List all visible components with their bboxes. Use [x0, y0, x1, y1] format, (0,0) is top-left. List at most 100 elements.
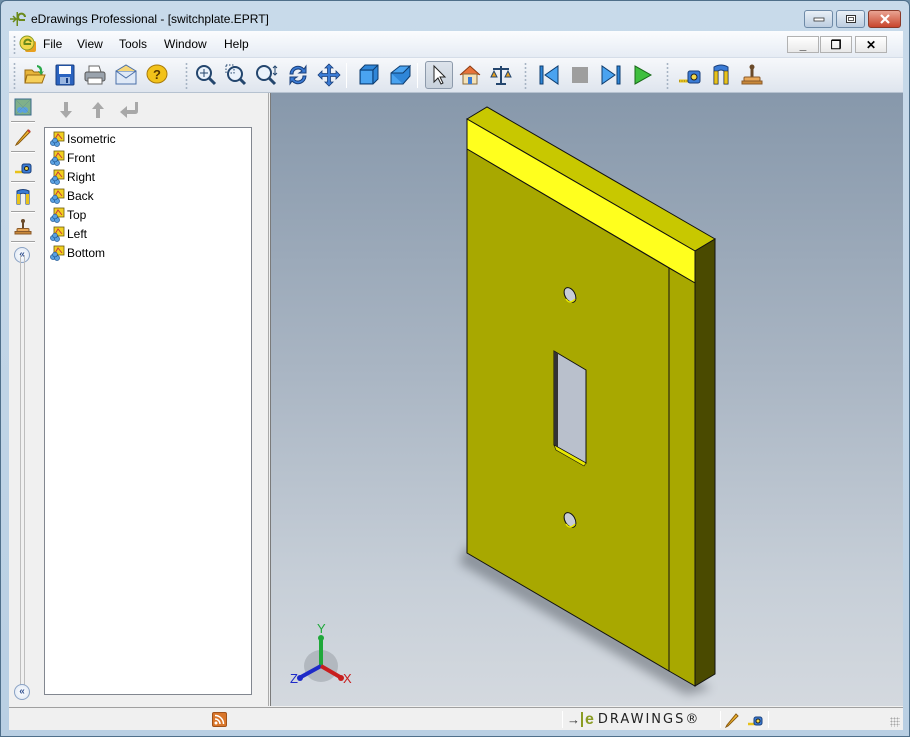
arrow-right-icon: →: [567, 712, 580, 727]
window-minimize-button[interactable]: [804, 10, 833, 28]
zoom-in-out-icon: [256, 65, 278, 86]
return-button[interactable]: [119, 99, 139, 121]
document-minimize-button[interactable]: _: [787, 36, 819, 53]
strip-markup-button[interactable]: [11, 125, 35, 149]
named-view-icon: [50, 245, 65, 261]
arrow-down-icon: [60, 102, 72, 118]
menu-tools[interactable]: Tools: [119, 37, 147, 51]
first-frame-button[interactable]: [535, 61, 563, 89]
view-list-item[interactable]: Isometric: [49, 130, 116, 148]
next-frame-button[interactable]: [597, 61, 625, 89]
toolbar-grip[interactable]: [524, 62, 527, 89]
close-icon: ✕: [865, 37, 877, 52]
view-list-item[interactable]: Bottom: [49, 244, 105, 262]
view-list-item[interactable]: Top: [49, 206, 86, 224]
strip-stamp-button[interactable]: [11, 215, 35, 239]
document-close-button[interactable]: ✕: [855, 36, 887, 53]
close-icon: [879, 14, 890, 24]
measure-button[interactable]: [676, 61, 704, 89]
menu-view[interactable]: View: [77, 37, 103, 51]
toolbar-grip[interactable]: [666, 62, 669, 89]
restore-icon: ❐: [830, 37, 842, 52]
document-restore-button[interactable]: ❐: [820, 36, 852, 53]
switchplate-model[interactable]: Y Z X: [271, 93, 903, 706]
mass-properties-button[interactable]: [487, 61, 515, 89]
view-list-item[interactable]: Right: [49, 168, 95, 186]
strip-separator: [11, 181, 35, 183]
stamp-button[interactable]: [738, 61, 766, 89]
model-side-band: [668, 267, 696, 687]
resize-grip[interactable]: [890, 717, 900, 727]
edrawings-brand: → e DRAWINGS®: [567, 711, 700, 728]
select-button[interactable]: [425, 61, 453, 89]
3d-viewport[interactable]: Y Z X: [270, 93, 903, 706]
home-icon: [459, 65, 481, 85]
rss-feed-icon[interactable]: [212, 712, 227, 727]
window-close-button[interactable]: [868, 10, 901, 28]
left-tab-strip: « «: [9, 93, 36, 706]
print-button[interactable]: [81, 61, 109, 89]
strip-measure-button[interactable]: [11, 155, 35, 179]
menu-window[interactable]: Window: [164, 37, 207, 51]
perspective-button[interactable]: [386, 61, 414, 89]
rotate-button[interactable]: [284, 61, 312, 89]
status-markup-button[interactable]: [723, 711, 741, 728]
send-mail-button[interactable]: [112, 61, 140, 89]
maximize-icon: [845, 15, 856, 23]
named-view-icon: [50, 169, 65, 185]
document-menu-icon[interactable]: [19, 35, 37, 53]
skip-back-icon: [539, 65, 559, 85]
open-button[interactable]: [21, 61, 49, 89]
status-bar: → e DRAWINGS®: [9, 707, 903, 730]
menu-file[interactable]: File: [43, 37, 62, 51]
play-button[interactable]: [628, 61, 656, 89]
toolbar-grip[interactable]: [185, 62, 188, 89]
move-up-button[interactable]: [88, 99, 108, 121]
scale-icon: [490, 66, 512, 85]
strip-splitter[interactable]: [20, 255, 25, 689]
select-arrow-icon: [433, 64, 447, 85]
triad-x-label: X: [343, 671, 352, 686]
view-label: Front: [67, 151, 96, 165]
views-panel: Isometric Front Right Back Top Left Bottom: [36, 93, 269, 706]
view-label: Back: [67, 189, 94, 203]
shaded-view-button[interactable]: [355, 61, 383, 89]
title-bar[interactable]: eDrawings Professional - [switchplate.EP…: [1, 1, 909, 35]
zoom-fit-icon: [196, 65, 217, 86]
status-measure-button[interactable]: [746, 711, 764, 728]
save-button[interactable]: [51, 61, 79, 89]
strip-section-button[interactable]: [11, 185, 35, 209]
home-button[interactable]: [456, 61, 484, 89]
zoom-in-out-button[interactable]: [253, 61, 281, 89]
status-separator: [768, 711, 769, 728]
view-list-item[interactable]: Front: [49, 149, 95, 167]
section-button[interactable]: [707, 61, 735, 89]
view-list-item[interactable]: Back: [49, 187, 94, 205]
toolbar-separator: [417, 63, 418, 88]
toolbar-grip[interactable]: [13, 62, 16, 89]
stamp-icon: [14, 219, 32, 235]
pencil-icon: [14, 129, 31, 146]
strip-separator: [11, 211, 35, 213]
zoom-to-fit-button[interactable]: [192, 61, 220, 89]
zoom-to-area-button[interactable]: [222, 61, 250, 89]
move-down-button[interactable]: [56, 99, 76, 121]
menubar-grip[interactable]: [13, 35, 16, 55]
arrow-up-icon: [92, 102, 104, 118]
stop-button[interactable]: [566, 61, 594, 89]
strip-separator: [11, 241, 35, 243]
folder-open-icon: [24, 65, 46, 84]
view-list-item[interactable]: Left: [49, 225, 87, 243]
window-maximize-button[interactable]: [836, 10, 865, 28]
stamp-icon: [741, 64, 763, 85]
strip-separator: [11, 151, 35, 153]
pan-button[interactable]: [315, 61, 343, 89]
pan-icon: [317, 63, 341, 87]
help-button[interactable]: ?: [143, 61, 171, 89]
strip-views-button[interactable]: [11, 95, 35, 119]
collapse-panel-bottom-button[interactable]: «: [14, 684, 30, 700]
menu-help[interactable]: Help: [224, 37, 249, 51]
orientation-triad[interactable]: Y Z X: [290, 621, 352, 686]
model-right-face: [694, 238, 716, 687]
view-label: Top: [67, 208, 87, 222]
